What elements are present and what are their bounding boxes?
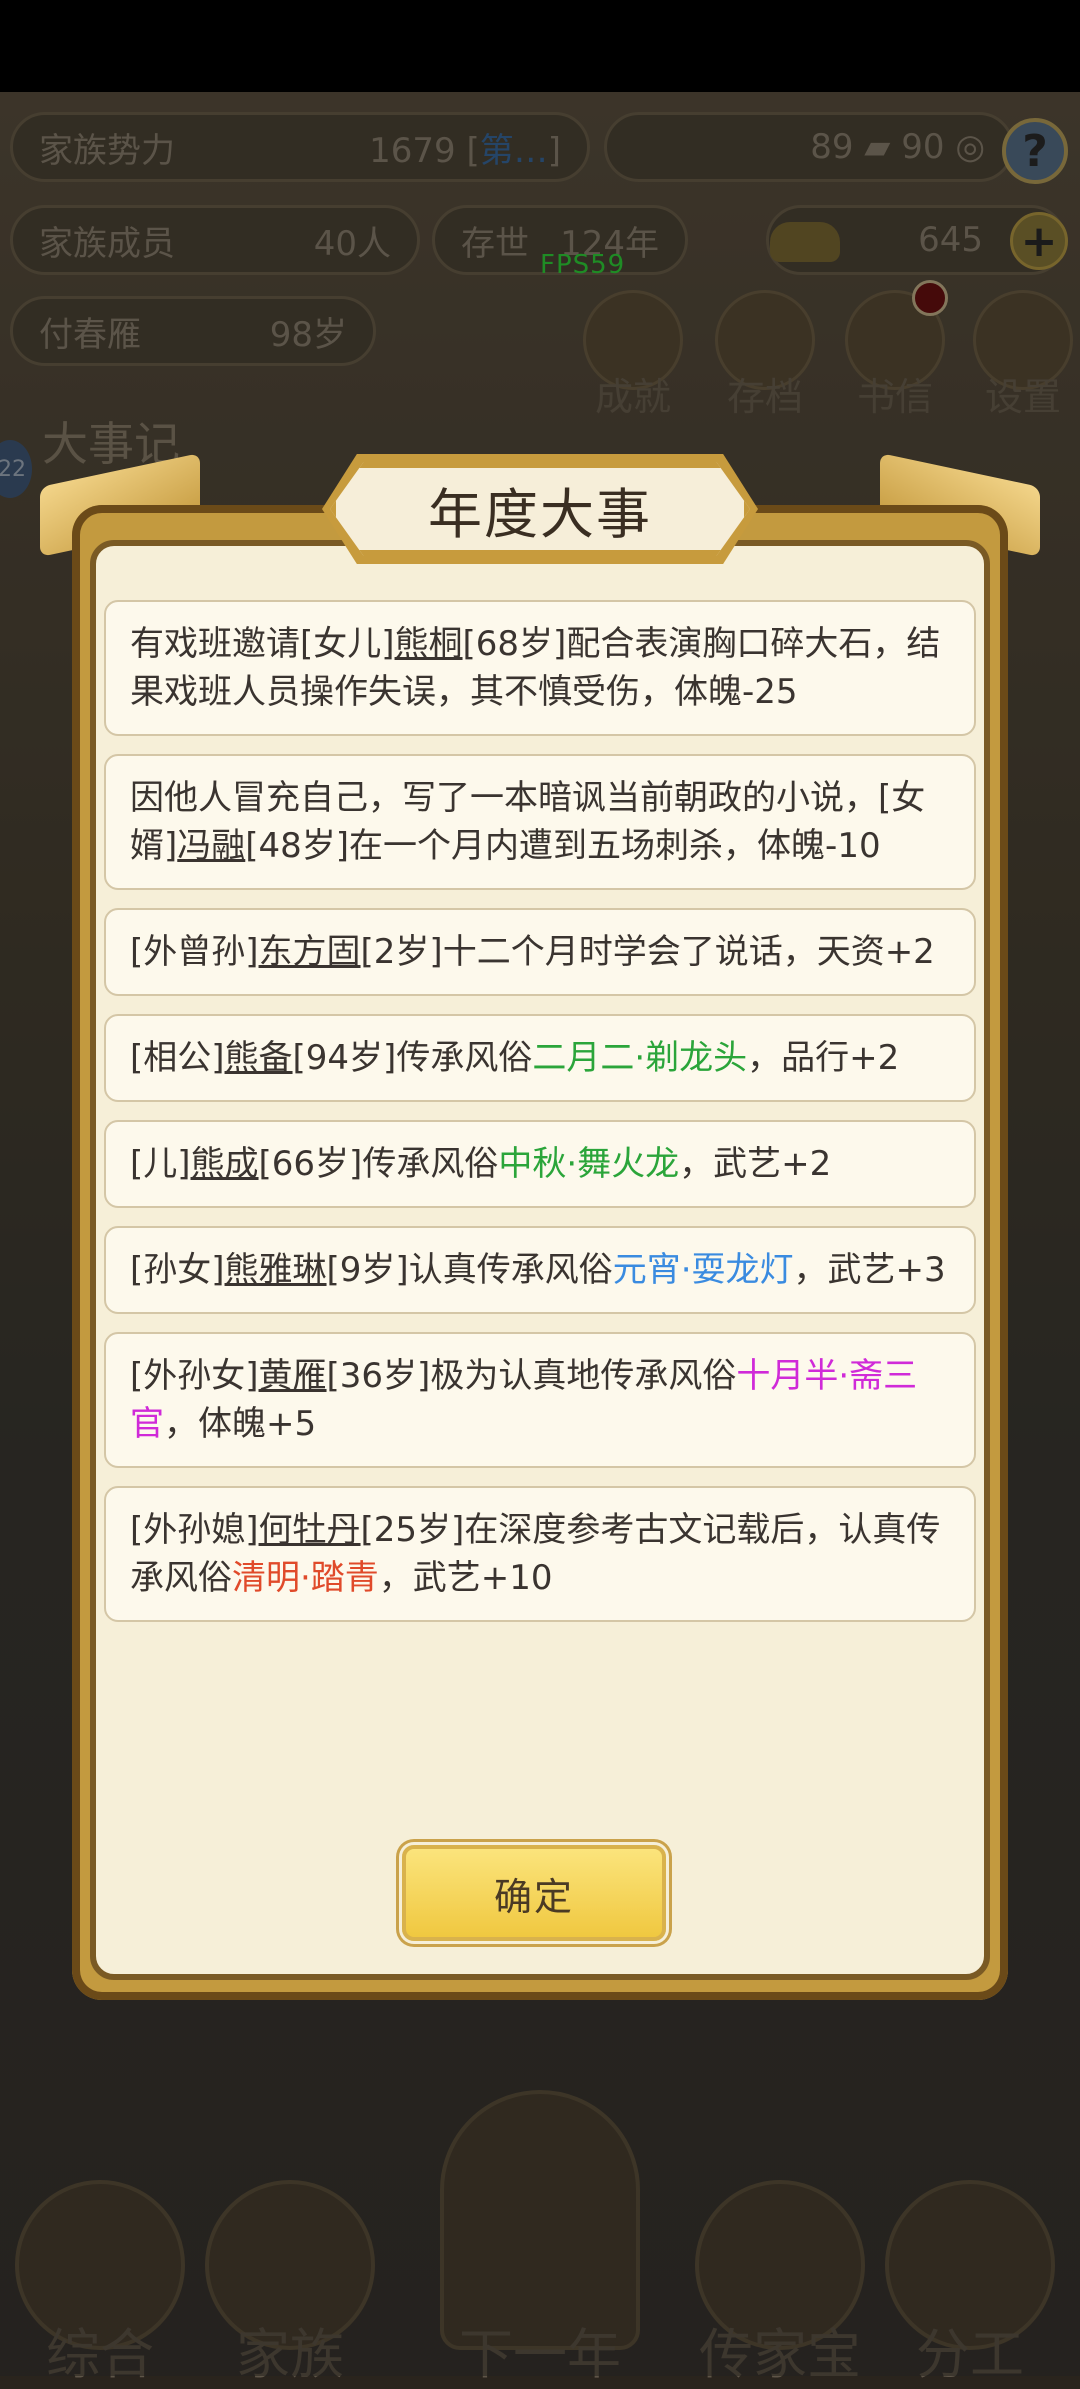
event-card: 因他人冒充自己，写了一本暗讽当前朝政的小说，[女婿]冯融[48岁]在一个月内遭到…	[104, 754, 976, 890]
event-card: [相公]熊备[94岁]传承风俗二月二·剃龙头，品行+2	[104, 1014, 976, 1102]
custom-name: 中秋·舞火龙	[498, 1144, 680, 1184]
event-text: ，武艺+3	[793, 1250, 946, 1290]
event-text: [48岁]在一个月内遭到五场刺杀，体魄-10	[245, 826, 881, 866]
status-bar	[0, 0, 1080, 92]
event-text: [2岁]十二个月时学会了说话，天资+2	[360, 932, 935, 972]
event-text: [94岁]传承风俗	[292, 1038, 533, 1078]
event-text: [外孙女]	[130, 1356, 259, 1396]
member-name-link[interactable]: 熊桐	[395, 624, 463, 664]
event-text: [孙女]	[130, 1250, 225, 1290]
event-card: [外曾孙]东方固[2岁]十二个月时学会了说话，天资+2	[104, 908, 976, 996]
member-name-link[interactable]: 熊成	[191, 1144, 259, 1184]
member-name-link[interactable]: 东方固	[259, 932, 361, 972]
event-card: [外孙女]黄雁[36岁]极为认真地传承风俗十月半·斋三官，体魄+5	[104, 1332, 976, 1468]
event-text: 有戏班邀请[女儿]	[130, 624, 395, 664]
event-text: ，武艺+10	[378, 1558, 553, 1598]
custom-name: 二月二·剃龙头	[532, 1038, 748, 1078]
modal-title-plaque: 年度大事	[330, 462, 750, 556]
event-card: [儿]熊成[66岁]传承风俗中秋·舞火龙，武艺+2	[104, 1120, 976, 1208]
event-card: [孙女]熊雅琳[9岁]认真传承风俗元宵·耍龙灯，武艺+3	[104, 1226, 976, 1314]
member-name-link[interactable]: 何牡丹	[259, 1510, 361, 1550]
event-text: ，体魄+5	[164, 1404, 317, 1444]
member-name-link[interactable]: 熊雅琳	[225, 1250, 327, 1290]
event-text: [66岁]传承风俗	[258, 1144, 499, 1184]
event-text: [9岁]认真传承风俗	[326, 1250, 613, 1290]
event-text: [相公]	[130, 1038, 225, 1078]
member-name-link[interactable]: 冯融	[177, 826, 245, 866]
event-text: ，品行+2	[747, 1038, 900, 1078]
member-name-link[interactable]: 熊备	[225, 1038, 293, 1078]
event-card: 有戏班邀请[女儿]熊桐[68岁]配合表演胸口碎大石，结果戏班人员操作失误，其不慎…	[104, 600, 976, 736]
event-text: [外孙媳]	[130, 1510, 259, 1550]
event-text: [外曾孙]	[130, 932, 259, 972]
custom-name: 元宵·耍龙灯	[612, 1250, 794, 1290]
custom-name: 清明·踏青	[232, 1558, 379, 1598]
event-text: [36岁]极为认真地传承风俗	[326, 1356, 737, 1396]
event-list[interactable]: 有戏班邀请[女儿]熊桐[68岁]配合表演胸口碎大石，结果戏班人员操作失误，其不慎…	[104, 600, 976, 1640]
event-text: ，武艺+2	[679, 1144, 832, 1184]
event-card: [外孙媳]何牡丹[25岁]在深度参考古文记载后，认真传承风俗清明·踏青，武艺+1…	[104, 1486, 976, 1622]
confirm-button[interactable]: 确定	[402, 1845, 666, 1941]
event-text: [儿]	[130, 1144, 191, 1184]
member-name-link[interactable]: 黄雁	[259, 1356, 327, 1396]
modal-title: 年度大事	[428, 482, 652, 546]
